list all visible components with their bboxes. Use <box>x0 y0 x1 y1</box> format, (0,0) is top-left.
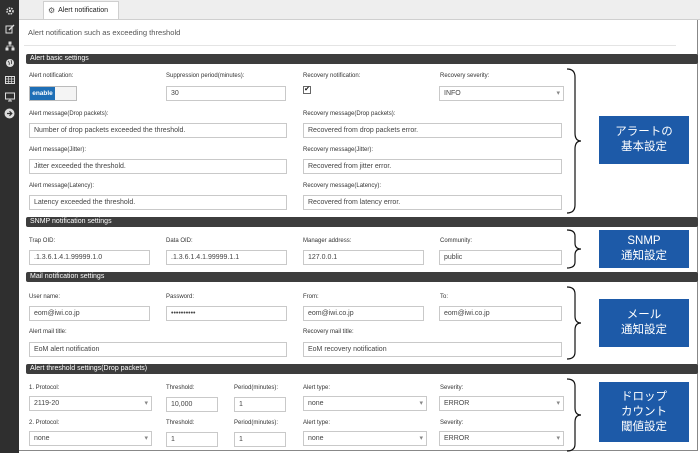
user-name-label: User name: <box>29 294 61 300</box>
community-input[interactable]: public <box>439 250 562 265</box>
alert-type-2-select[interactable]: none <box>303 431 427 446</box>
severity-1-label: Severity: <box>440 385 464 391</box>
password-label: Password: <box>166 294 195 300</box>
period-2-label: Period(minutes): <box>234 420 279 426</box>
alert-type-1-select[interactable]: none <box>303 396 427 411</box>
section-header-threshold: Alert threshold settings(Drop packets) <box>26 364 698 374</box>
period-1-input[interactable]: 1 <box>234 397 286 412</box>
threshold-1-input[interactable]: 10,000 <box>166 397 218 412</box>
recovery-severity-label: Recovery severity: <box>440 73 490 79</box>
section-header-basic: Alert basic settings <box>26 54 698 64</box>
callout-mail: メール 通知設定 <box>599 299 689 347</box>
left-sidebar <box>0 0 19 453</box>
alert-jitter-label: Alert message(Jitter): <box>29 147 87 153</box>
alert-type-1-label: Alert type: <box>303 385 331 391</box>
threshold-2-label: Threshold: <box>166 420 195 426</box>
callout-threshold-line1: ドロップ <box>621 390 667 403</box>
tab-alert-notification[interactable]: ⚙ Alert notification <box>43 1 119 19</box>
alert-type-2-label: Alert type: <box>303 420 331 426</box>
user-name-input[interactable]: eom@iwi.co.jp <box>29 306 150 321</box>
toggle-enable: enable <box>30 87 55 100</box>
recovery-severity-select[interactable]: INFO <box>439 86 564 101</box>
callout-mail-line1: メール <box>626 309 662 321</box>
recovery-drop-label: Recovery message(Drop packets): <box>303 111 396 117</box>
alert-latency-input[interactable]: Latency exceeded the threshold. <box>29 195 287 210</box>
from-input[interactable]: eom@iwi.co.jp <box>303 306 424 321</box>
period-1-label: Period(minutes): <box>234 385 279 391</box>
community-label: Community: <box>440 238 473 244</box>
tab-strip: ⚙ Alert notification <box>19 0 700 20</box>
gear-icon[interactable] <box>2 3 17 18</box>
threshold-2-input[interactable]: 1 <box>166 432 218 447</box>
password-input[interactable]: •••••••••• <box>166 306 287 321</box>
protocol-1-label: 1. Protocol: <box>29 385 60 391</box>
suppression-period-input[interactable]: 30 <box>166 86 286 101</box>
callout-basic-line1: アラートの <box>615 126 673 138</box>
section-header-snmp: SNMP notification settings <box>26 217 698 227</box>
data-oid-input[interactable]: .1.3.6.1.4.1.99999.1.1 <box>166 250 287 265</box>
alert-mail-title-input[interactable]: EoM alert notification <box>29 342 287 357</box>
monitor-icon[interactable] <box>2 89 17 104</box>
brace-mail <box>566 286 582 360</box>
protocol-2-label: 2. Protocol: <box>29 420 60 426</box>
callout-snmp-line1: SNMP <box>627 235 661 247</box>
recovery-notification-label: Recovery notification: <box>303 73 361 79</box>
recovery-mail-title-input[interactable]: EoM recovery notification <box>303 342 562 357</box>
from-label: From: <box>303 294 319 300</box>
callout-basic-line2: 基本設定 <box>621 141 667 153</box>
alert-drop-label: Alert message(Drop packets): <box>29 111 109 117</box>
arrow-right-circle-icon[interactable] <box>2 106 17 121</box>
callout-threshold: ドロップ カウント 閾値設定 <box>599 382 689 442</box>
page-description: Alert notification such as exceeding thr… <box>28 28 181 37</box>
recovery-drop-input[interactable]: Recovered from drop packets error. <box>303 123 562 138</box>
section-header-mail: Mail notification settings <box>26 272 698 282</box>
globe-icon[interactable] <box>2 55 17 70</box>
recovery-mail-title-label: Recovery mail title: <box>303 329 354 335</box>
alert-jitter-input[interactable]: Jitter exceeded the threshold. <box>29 159 287 174</box>
severity-2-label: Severity: <box>440 420 464 426</box>
callout-snmp-line2: 通知設定 <box>621 250 667 262</box>
divider <box>24 45 676 46</box>
to-label: To: <box>440 294 449 300</box>
callout-mail-line2: 通知設定 <box>621 324 667 336</box>
callout-threshold-line3: 閾値設定 <box>621 420 667 433</box>
brace-snmp <box>566 229 582 269</box>
recovery-notification-checkbox[interactable]: ✔ <box>303 86 311 94</box>
recovery-jitter-input[interactable]: Recovered from jitter error. <box>303 159 562 174</box>
trap-oid-label: Trap OID: <box>29 238 56 244</box>
tab-label: Alert notification <box>58 7 108 14</box>
manager-address-label: Manager address: <box>303 238 352 244</box>
trap-oid-input[interactable]: .1.3.6.1.4.1.99999.1.0 <box>29 250 150 265</box>
sitemap-icon[interactable] <box>2 38 17 53</box>
edit-icon[interactable] <box>2 21 17 36</box>
suppression-period-label: Suppression period(minutes): <box>166 73 245 79</box>
alert-mail-title-label: Alert mail title: <box>29 329 67 335</box>
recovery-latency-label: Recovery message(Latency): <box>303 183 382 189</box>
callout-basic: アラートの 基本設定 <box>599 116 689 164</box>
severity-1-select[interactable]: ERROR <box>439 396 564 411</box>
alert-notification-label: Alert notification: <box>29 73 74 79</box>
data-oid-label: Data OID: <box>166 238 193 244</box>
brace-threshold <box>566 378 582 452</box>
severity-2-select[interactable]: ERROR <box>439 431 564 446</box>
protocol-1-select[interactable]: 2119-20 <box>29 396 152 411</box>
callout-snmp: SNMP 通知設定 <box>599 230 689 268</box>
protocol-2-select[interactable]: none <box>29 431 152 446</box>
period-2-input[interactable]: 1 <box>234 432 286 447</box>
recovery-jitter-label: Recovery message(Jitter): <box>303 147 374 153</box>
to-input[interactable]: eom@iwi.co.jp <box>439 306 562 321</box>
manager-address-input[interactable]: 127.0.0.1 <box>303 250 424 265</box>
alert-drop-input[interactable]: Number of drop packets exceeded the thre… <box>29 123 287 138</box>
brace-basic <box>566 68 582 214</box>
cogs-icon: ⚙ <box>48 6 56 15</box>
table-icon[interactable] <box>2 72 17 87</box>
threshold-1-label: Threshold: <box>166 385 195 391</box>
alert-notification-toggle[interactable]: enable <box>29 86 77 101</box>
alert-latency-label: Alert message(Latency): <box>29 183 95 189</box>
recovery-latency-input[interactable]: Recovered from latency error. <box>303 195 562 210</box>
callout-threshold-line2: カウント <box>621 405 667 418</box>
